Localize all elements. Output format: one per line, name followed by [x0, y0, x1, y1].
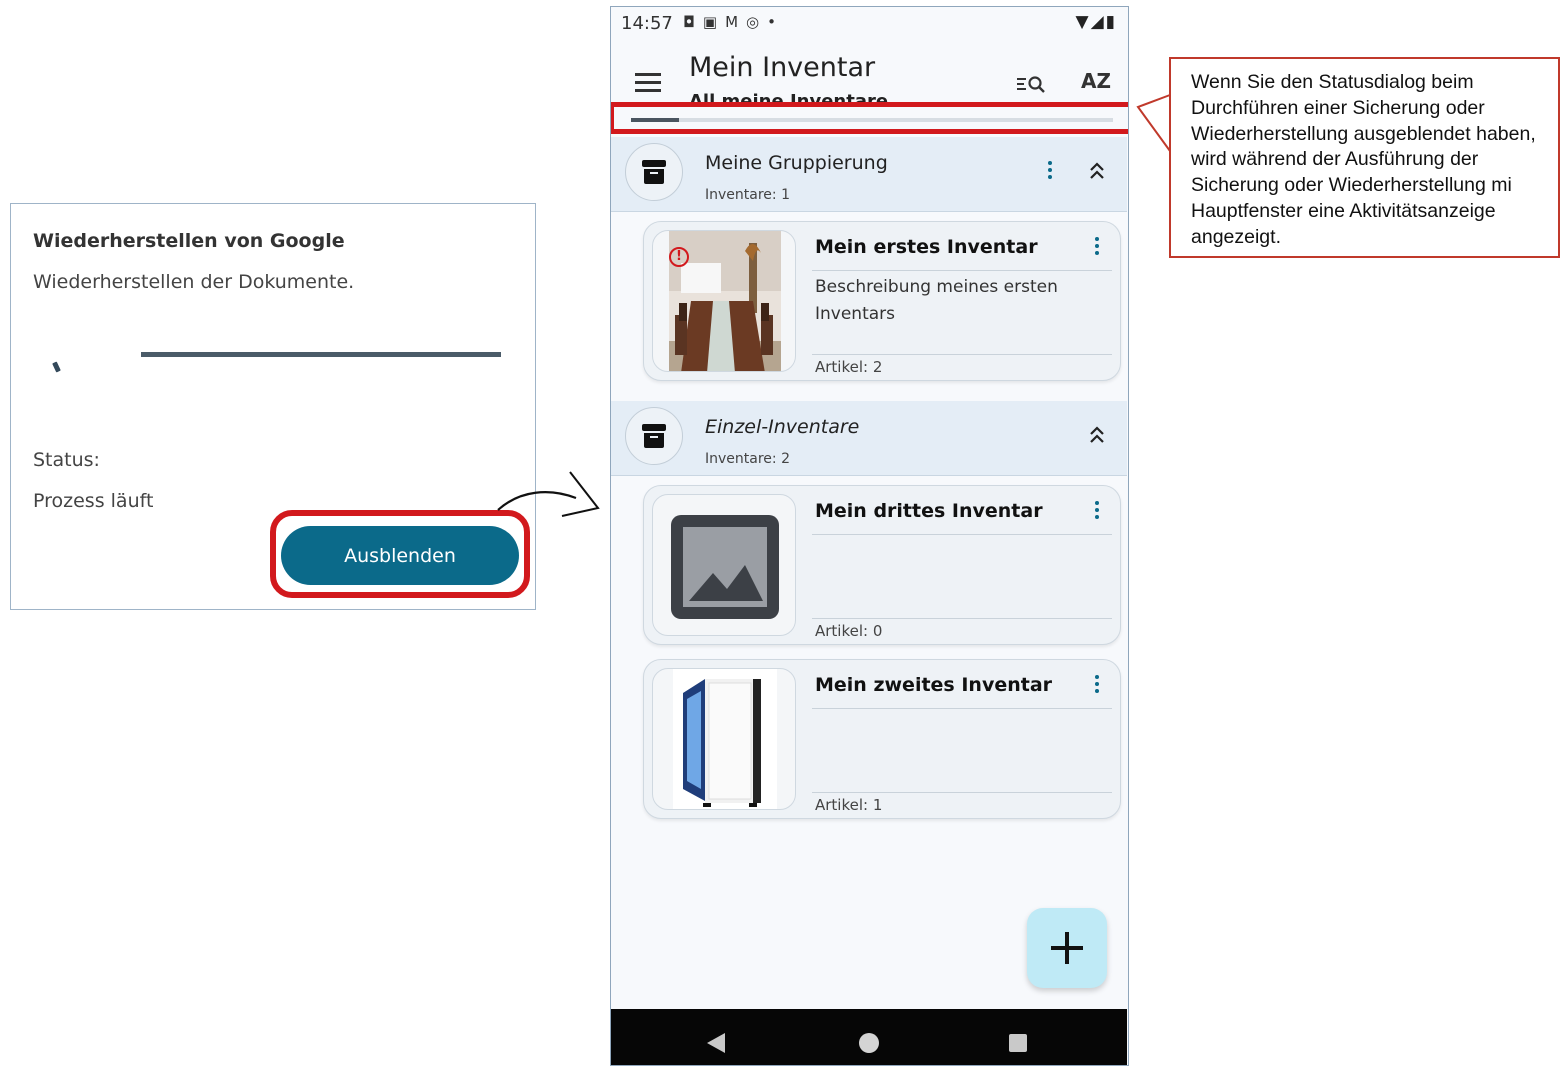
notification-a-icon: ◘	[683, 13, 703, 31]
card-divider	[812, 534, 1112, 535]
dialog-message: Wiederherstellen der Dokumente.	[33, 271, 355, 293]
card-divider	[812, 354, 1112, 355]
spinner-icon	[52, 361, 61, 373]
callout-text: Wenn Sie den Statusdialog beim Durchführ…	[1191, 71, 1536, 248]
hide-button[interactable]: Ausblenden	[281, 526, 519, 585]
gmail-icon: M	[725, 13, 747, 31]
home-icon[interactable]	[859, 1033, 879, 1053]
plus-icon	[1051, 932, 1083, 964]
add-inventory-button[interactable]	[1027, 908, 1107, 988]
recents-icon[interactable]	[1009, 1034, 1027, 1052]
dialog-title: Wiederherstellen von Google	[33, 230, 345, 252]
status-system-icons: ▼◢▮	[1075, 12, 1117, 32]
status-notification-icons: ◘▣M◎•	[683, 13, 784, 31]
card-divider	[812, 792, 1112, 793]
status-bar: 14:57 ◘▣M◎• ▼◢▮	[611, 7, 1127, 43]
system-nav-bar	[611, 1009, 1127, 1065]
inventory-thumbnail: !	[652, 230, 796, 372]
app-title: Mein Inventar	[689, 52, 876, 83]
status-time: 14:57	[621, 13, 673, 34]
inventory-card[interactable]: Mein zweites Inventar Artikel: 1	[643, 659, 1121, 819]
menu-icon[interactable]	[635, 73, 661, 93]
progress-highlight-box	[611, 102, 1128, 134]
card-count: Artikel: 1	[815, 796, 883, 814]
dialog-progress-bar	[141, 352, 501, 357]
wifi-icon: ▼	[1075, 12, 1091, 32]
restore-status-dialog: Wiederherstellen von Google Wiederherste…	[10, 203, 536, 610]
card-title: Mein drittes Inventar	[815, 500, 1043, 522]
group-count: Inventare: 2	[705, 451, 790, 467]
inventory-card[interactable]: Mein drittes Inventar Artikel: 0	[643, 485, 1121, 645]
warning-icon: !	[669, 247, 689, 267]
card-divider	[812, 270, 1112, 271]
group-header-meine-gruppierung[interactable]: Meine Gruppierung Inventare: 1	[611, 137, 1127, 212]
group-title: Einzel-Inventare	[705, 416, 860, 438]
explanation-callout: Wenn Sie den Statusdialog beim Durchführ…	[1169, 57, 1560, 258]
card-more-icon[interactable]	[1095, 501, 1099, 522]
calendar-icon: ▣	[702, 13, 726, 31]
collapse-icon[interactable]	[1089, 161, 1105, 181]
inventory-thumbnail	[652, 668, 796, 810]
card-more-icon[interactable]	[1095, 237, 1099, 258]
group-more-icon[interactable]	[1048, 161, 1052, 182]
group-title: Meine Gruppierung	[705, 152, 888, 174]
sort-az-icon[interactable]: AZ	[1081, 69, 1111, 93]
group-header-einzel-inventare[interactable]: Einzel-Inventare Inventare: 2	[611, 401, 1127, 476]
card-more-icon[interactable]	[1095, 675, 1099, 696]
card-count: Artikel: 0	[815, 622, 883, 640]
signal-icon: ◢	[1090, 12, 1106, 32]
connector-arrow	[497, 471, 600, 517]
battery-icon: ▮	[1105, 12, 1117, 32]
card-divider	[812, 618, 1112, 619]
group-count: Inventare: 1	[705, 187, 790, 203]
group-archive-icon	[625, 143, 683, 201]
card-count: Artikel: 2	[815, 358, 883, 376]
card-description: Beschreibung meines ersten Inventars	[815, 277, 1058, 324]
sync-icon: ◎	[746, 13, 768, 31]
status-value: Prozess läuft	[33, 490, 154, 512]
card-divider	[812, 708, 1112, 709]
inventory-thumbnail	[652, 494, 796, 636]
dot-icon: •	[767, 13, 784, 31]
callout-pointer	[1136, 94, 1171, 152]
card-title: Mein zweites Inventar	[815, 674, 1053, 696]
inventory-card[interactable]: ! Mein erstes Inventar Beschreibung mein…	[643, 221, 1121, 381]
back-icon[interactable]	[707, 1033, 725, 1053]
group-archive-icon	[625, 407, 683, 465]
phone-screen: 14:57 ◘▣M◎• ▼◢▮ Mein Inventar All meine …	[610, 6, 1129, 1066]
image-placeholder-icon	[671, 515, 779, 619]
card-title: Mein erstes Inventar	[815, 236, 1038, 258]
pc-case-photo	[673, 669, 777, 809]
status-label: Status:	[33, 449, 100, 471]
collapse-icon[interactable]	[1089, 425, 1105, 445]
filter-search-icon[interactable]	[1015, 71, 1049, 97]
